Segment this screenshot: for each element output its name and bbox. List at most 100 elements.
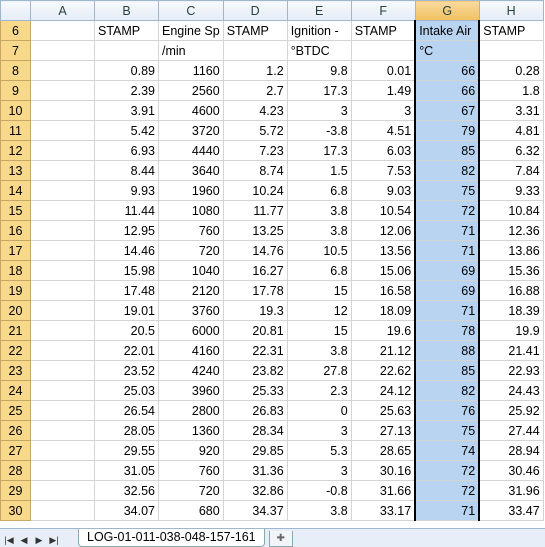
cell-d[interactable]: 26.83: [222, 400, 288, 421]
cell-h[interactable]: 31.96: [478, 480, 544, 501]
cell-f[interactable]: [350, 40, 416, 61]
cell-a[interactable]: [30, 500, 95, 521]
cell-e[interactable]: 12: [286, 300, 352, 321]
cell-d[interactable]: 7.23: [222, 140, 288, 161]
cell-e[interactable]: 0: [286, 400, 352, 421]
cell-b[interactable]: 26.54: [94, 400, 159, 421]
cell-c[interactable]: 720: [158, 480, 224, 501]
prev-sheet-icon[interactable]: ◀: [18, 533, 30, 547]
cell-e[interactable]: 15: [286, 320, 352, 341]
cell-c[interactable]: 2560: [158, 80, 224, 101]
cell-d[interactable]: 32.86: [222, 480, 288, 501]
column-header-h[interactable]: H: [478, 0, 544, 21]
cell-c[interactable]: 6000: [158, 320, 224, 341]
cell-c[interactable]: 2120: [158, 280, 224, 301]
cell-c[interactable]: 920: [158, 440, 224, 461]
cell-b[interactable]: 2.39: [94, 80, 159, 101]
cell-d[interactable]: 22.31: [222, 340, 288, 361]
cell-g[interactable]: 88: [414, 340, 481, 361]
cell-f[interactable]: 12.06: [350, 220, 416, 241]
cell-e[interactable]: 9.8: [286, 60, 352, 81]
cell-g[interactable]: °C: [414, 40, 481, 61]
cell-a[interactable]: [30, 40, 95, 61]
cell-g[interactable]: 71: [414, 500, 481, 521]
cell-f[interactable]: 24.12: [350, 380, 416, 401]
cell-d[interactable]: 34.37: [222, 500, 288, 521]
row-header[interactable]: 11: [0, 120, 31, 141]
cell-h[interactable]: 21.41: [478, 340, 544, 361]
cell-a[interactable]: [30, 160, 95, 181]
cell-f[interactable]: 31.66: [350, 480, 416, 501]
cell-d[interactable]: 29.85: [222, 440, 288, 461]
cell-e[interactable]: 3.8: [286, 500, 352, 521]
cell-h[interactable]: 7.84: [478, 160, 544, 181]
cell-e[interactable]: 3.8: [286, 340, 352, 361]
cell-f[interactable]: 28.65: [350, 440, 416, 461]
cell-b[interactable]: 20.5: [94, 320, 159, 341]
cell-h[interactable]: 27.44: [478, 420, 544, 441]
spreadsheet-grid[interactable]: ABCDEFGH 6 STAMP Engine Sp STAMP Ignition - …: [0, 0, 545, 528]
cell-b[interactable]: 14.46: [94, 240, 159, 261]
cell-b[interactable]: 12.95: [94, 220, 159, 241]
cell-g[interactable]: 76: [414, 400, 481, 421]
cell-g[interactable]: 74: [414, 440, 481, 461]
cell-g[interactable]: 66: [414, 80, 481, 101]
cell-d[interactable]: 20.81: [222, 320, 288, 341]
cell-b[interactable]: 29.55: [94, 440, 159, 461]
cell-h[interactable]: 18.39: [478, 300, 544, 321]
cell-e[interactable]: 15: [286, 280, 352, 301]
first-sheet-icon[interactable]: |◀: [3, 533, 15, 547]
cell-a[interactable]: [30, 200, 95, 221]
row-header[interactable]: 16: [0, 220, 31, 241]
cell-g[interactable]: 82: [414, 160, 481, 181]
cell-d[interactable]: 11.77: [222, 200, 288, 221]
cell-d[interactable]: 1.2: [222, 60, 288, 81]
cell-b[interactable]: 0.89: [94, 60, 159, 81]
cell-h[interactable]: 9.33: [478, 180, 544, 201]
cell-g[interactable]: 79: [414, 120, 481, 141]
cell-h[interactable]: 33.47: [478, 500, 544, 521]
cell-c[interactable]: 680: [158, 500, 224, 521]
cell-b[interactable]: 23.52: [94, 360, 159, 381]
row-header[interactable]: 24: [0, 380, 31, 401]
cell-h[interactable]: STAMP: [478, 20, 544, 41]
cell-f[interactable]: 27.13: [350, 420, 416, 441]
cell-a[interactable]: [30, 60, 95, 81]
cell-g[interactable]: 85: [414, 140, 481, 161]
cell-e[interactable]: -3.8: [286, 120, 352, 141]
cell-g[interactable]: 71: [414, 240, 481, 261]
cell-e[interactable]: 1.5: [286, 160, 352, 181]
row-header[interactable]: 13: [0, 160, 31, 181]
cell-e[interactable]: 6.8: [286, 260, 352, 281]
cell-b[interactable]: [94, 40, 159, 61]
cell-c[interactable]: Engine Sp: [158, 20, 224, 41]
cell-e[interactable]: 2.3: [286, 380, 352, 401]
cell-h[interactable]: 24.43: [478, 380, 544, 401]
cell-a[interactable]: [30, 120, 95, 141]
row-header[interactable]: 27: [0, 440, 31, 461]
cell-c[interactable]: 4440: [158, 140, 224, 161]
cell-c[interactable]: 4240: [158, 360, 224, 381]
cell-f[interactable]: 19.6: [350, 320, 416, 341]
cell-h[interactable]: 1.8: [478, 80, 544, 101]
cell-g[interactable]: 85: [414, 360, 481, 381]
cell-f[interactable]: 4.51: [350, 120, 416, 141]
column-header-e[interactable]: E: [286, 0, 352, 21]
cell-g[interactable]: Intake Air: [414, 20, 481, 41]
cell-h[interactable]: 4.81: [478, 120, 544, 141]
cell-a[interactable]: [30, 80, 95, 101]
row-header[interactable]: 18: [0, 260, 31, 281]
cell-a[interactable]: [30, 260, 95, 281]
cell-f[interactable]: 6.03: [350, 140, 416, 161]
cell-e[interactable]: 17.3: [286, 80, 352, 101]
cell-g[interactable]: 72: [414, 480, 481, 501]
row-header[interactable]: 10: [0, 100, 31, 121]
cell-b[interactable]: STAMP: [94, 20, 159, 41]
cell-b[interactable]: 34.07: [94, 500, 159, 521]
cell-a[interactable]: [30, 400, 95, 421]
cell-a[interactable]: [30, 100, 95, 121]
cell-f[interactable]: 33.17: [350, 500, 416, 521]
cell-a[interactable]: [30, 420, 95, 441]
cell-d[interactable]: [222, 40, 288, 61]
cell-e[interactable]: 3.8: [286, 220, 352, 241]
